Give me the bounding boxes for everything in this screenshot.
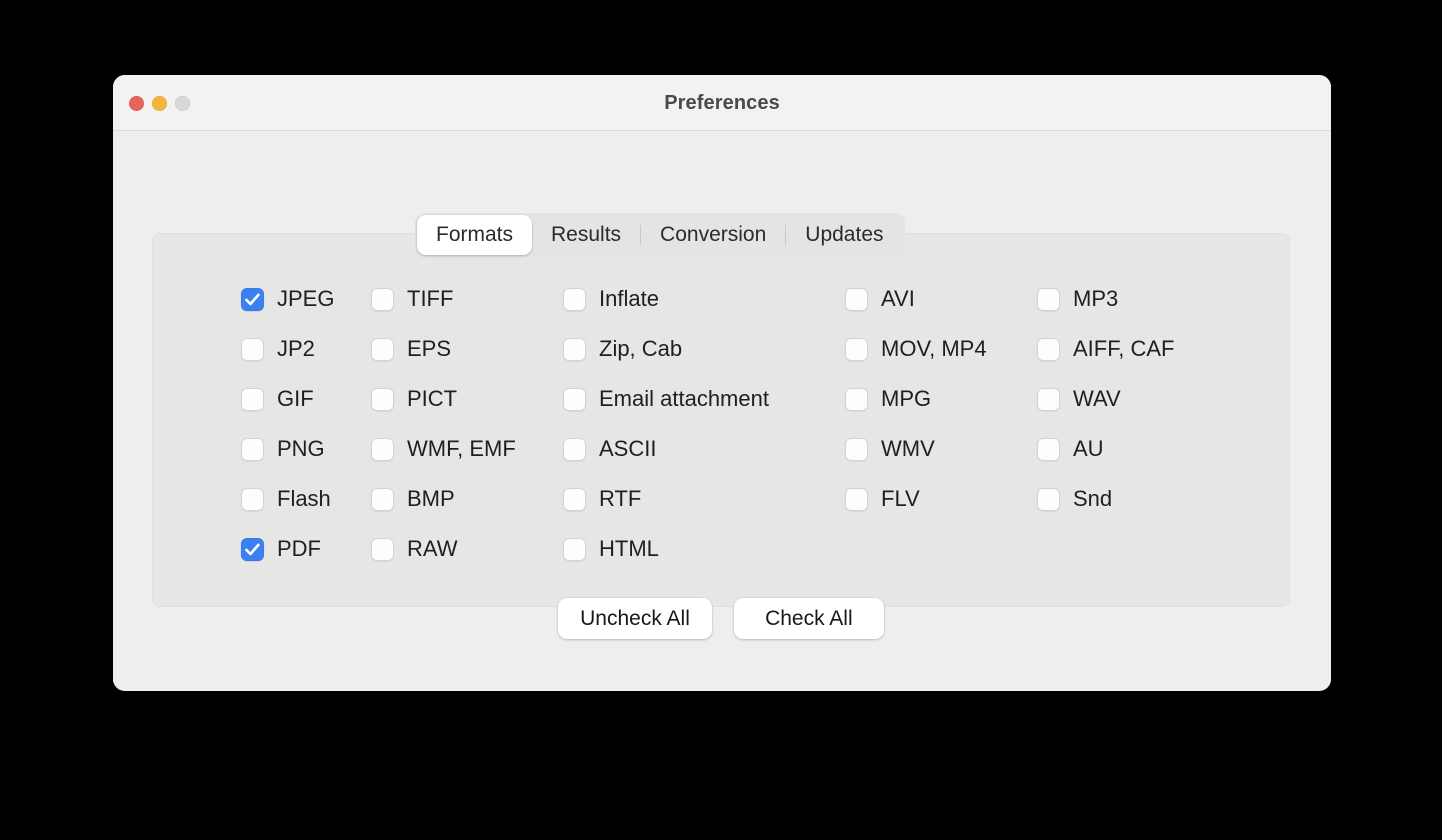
format-checkbox-png[interactable]: PNG xyxy=(241,436,325,462)
checkbox-box[interactable] xyxy=(371,337,394,361)
format-checkbox-jpeg[interactable]: JPEG xyxy=(241,286,334,312)
checkbox-box[interactable] xyxy=(371,537,394,561)
checkbox-box[interactable] xyxy=(241,437,264,461)
checkbox-box[interactable] xyxy=(845,487,868,511)
tab-updates[interactable]: Updates xyxy=(786,215,902,255)
format-checkbox-au[interactable]: AU xyxy=(1037,436,1104,462)
format-checkbox-label: WMV xyxy=(881,436,935,461)
checkbox-box[interactable] xyxy=(1037,437,1060,461)
format-checkbox-label: TIFF xyxy=(407,286,454,311)
checkbox-box[interactable] xyxy=(241,487,264,511)
format-checkbox-zip-cab[interactable]: Zip, Cab xyxy=(563,336,682,362)
format-checkbox-label: AU xyxy=(1073,436,1104,461)
format-checkbox-mov-mp4[interactable]: MOV, MP4 xyxy=(845,336,987,362)
window-body: Formats Results Conversion Updates JPEG JP2 G… xyxy=(113,131,1331,690)
checkbox-box[interactable] xyxy=(563,387,586,411)
format-checkbox-label: WMF, EMF xyxy=(407,436,516,461)
checkbox-box[interactable] xyxy=(371,437,394,461)
tab-bar: Formats Results Conversion Updates xyxy=(415,213,905,257)
checkbox-box[interactable] xyxy=(563,337,586,361)
format-checkbox-mpg[interactable]: MPG xyxy=(845,386,931,412)
format-checkbox-label: Flash xyxy=(277,486,331,511)
checkbox-box[interactable] xyxy=(241,337,264,361)
format-checkbox-label: AVI xyxy=(881,286,915,311)
format-checkbox-pict[interactable]: PICT xyxy=(371,386,457,412)
preferences-window: Preferences Formats Results Conversion Upda… xyxy=(113,75,1331,691)
format-checkbox-gif[interactable]: GIF xyxy=(241,386,314,412)
checkbox-box[interactable] xyxy=(241,387,264,411)
checkbox-box[interactable] xyxy=(845,437,868,461)
format-checkbox-rtf[interactable]: RTF xyxy=(563,486,641,512)
check-all-button[interactable]: Check All xyxy=(733,598,884,639)
format-checkbox-ascii[interactable]: ASCII xyxy=(563,436,656,462)
checkbox-box[interactable] xyxy=(845,287,868,311)
format-checkbox-aiff-caf[interactable]: AIFF, CAF xyxy=(1037,336,1174,362)
checkbox-box[interactable] xyxy=(1037,337,1060,361)
format-checkbox-label: EPS xyxy=(407,336,452,361)
format-checkbox-wmf-emf[interactable]: WMF, EMF xyxy=(371,436,516,462)
format-checkbox-label: WAV xyxy=(1073,386,1121,411)
format-checkbox-label: FLV xyxy=(881,486,920,511)
format-checkbox-flash[interactable]: Flash xyxy=(241,486,331,512)
format-checkbox-label: GIF xyxy=(277,386,314,411)
format-checkbox-eps[interactable]: EPS xyxy=(371,336,451,362)
format-checkbox-bmp[interactable]: BMP xyxy=(371,486,455,512)
format-checkbox-label: AIFF, CAF xyxy=(1073,336,1175,361)
format-checkbox-label: HTML xyxy=(599,536,659,561)
checkbox-box[interactable] xyxy=(371,487,394,511)
format-checkbox-avi[interactable]: AVI xyxy=(845,286,915,312)
format-checkbox-tiff[interactable]: TIFF xyxy=(371,286,453,312)
window-title: Preferences xyxy=(664,92,780,114)
checkbox-box[interactable] xyxy=(1037,287,1060,311)
format-checkbox-wav[interactable]: WAV xyxy=(1037,386,1121,412)
format-checkbox-inflate[interactable]: Inflate xyxy=(563,286,659,312)
format-checkbox-raw[interactable]: RAW xyxy=(371,536,458,562)
format-checkbox-email-attachment[interactable]: Email attachment xyxy=(563,386,769,412)
format-checkbox-flv[interactable]: FLV xyxy=(845,486,920,512)
checkbox-box[interactable] xyxy=(371,387,394,411)
format-checkbox-label: MOV, MP4 xyxy=(881,336,987,361)
format-checkbox-html[interactable]: HTML xyxy=(563,536,659,562)
format-checkbox-snd[interactable]: Snd xyxy=(1037,486,1112,512)
checkbox-box[interactable] xyxy=(845,337,868,361)
checkbox-box[interactable] xyxy=(1037,387,1060,411)
format-checkbox-label: Snd xyxy=(1073,486,1113,511)
format-checkbox-label: Email attachment xyxy=(599,386,769,411)
format-checkbox-label: PNG xyxy=(277,436,325,461)
format-checkbox-label: Inflate xyxy=(599,286,659,311)
tab-formats[interactable]: Formats xyxy=(417,215,533,255)
format-checkbox-label: RAW xyxy=(407,536,458,561)
checkbox-box[interactable] xyxy=(1037,487,1060,511)
format-checkbox-label: MPG xyxy=(881,386,932,411)
format-checkbox-wmv[interactable]: WMV xyxy=(845,436,935,462)
format-checkbox-label: BMP xyxy=(407,486,455,511)
checkbox-box[interactable] xyxy=(563,487,586,511)
tab-results[interactable]: Results xyxy=(532,215,640,255)
format-checkbox-mp3[interactable]: MP3 xyxy=(1037,286,1118,312)
format-checkbox-label: PICT xyxy=(407,386,458,411)
checkbox-box[interactable] xyxy=(563,437,586,461)
format-checkbox-jp2[interactable]: JP2 xyxy=(241,336,315,362)
panel-action-buttons: Uncheck All Check All xyxy=(152,598,1290,639)
checkbox-box[interactable] xyxy=(371,287,394,311)
tab-conversion[interactable]: Conversion xyxy=(641,215,785,255)
checkbox-box[interactable] xyxy=(845,387,868,411)
checkbox-box[interactable] xyxy=(563,287,586,311)
uncheck-all-button[interactable]: Uncheck All xyxy=(558,598,712,639)
format-checkbox-label: JP2 xyxy=(277,336,315,361)
formats-panel: JPEG JP2 GIF PNG Flash PDF TIFF EPS PICT WMF, EMF… xyxy=(152,233,1290,639)
checkmark-icon[interactable] xyxy=(241,537,264,561)
format-checkbox-label: ASCII xyxy=(599,436,657,461)
checkmark-icon[interactable] xyxy=(241,287,264,311)
format-checkbox-label: Zip, Cab xyxy=(599,336,683,361)
format-checkbox-label: RTF xyxy=(599,486,642,511)
format-checkbox-label: MP3 xyxy=(1073,286,1119,311)
format-checkbox-label: JPEG xyxy=(277,286,335,311)
desktop-background: Preferences Formats Results Conversion Upda… xyxy=(0,0,1442,840)
format-checkbox-label: PDF xyxy=(277,536,321,561)
format-checkbox-pdf[interactable]: PDF xyxy=(241,536,321,562)
formats-checkbox-grid: JPEG JP2 GIF PNG Flash PDF TIFF EPS PICT WMF, EMF… xyxy=(152,233,1290,607)
checkbox-box[interactable] xyxy=(563,537,586,561)
window-titlebar: Preferences xyxy=(113,75,1331,131)
